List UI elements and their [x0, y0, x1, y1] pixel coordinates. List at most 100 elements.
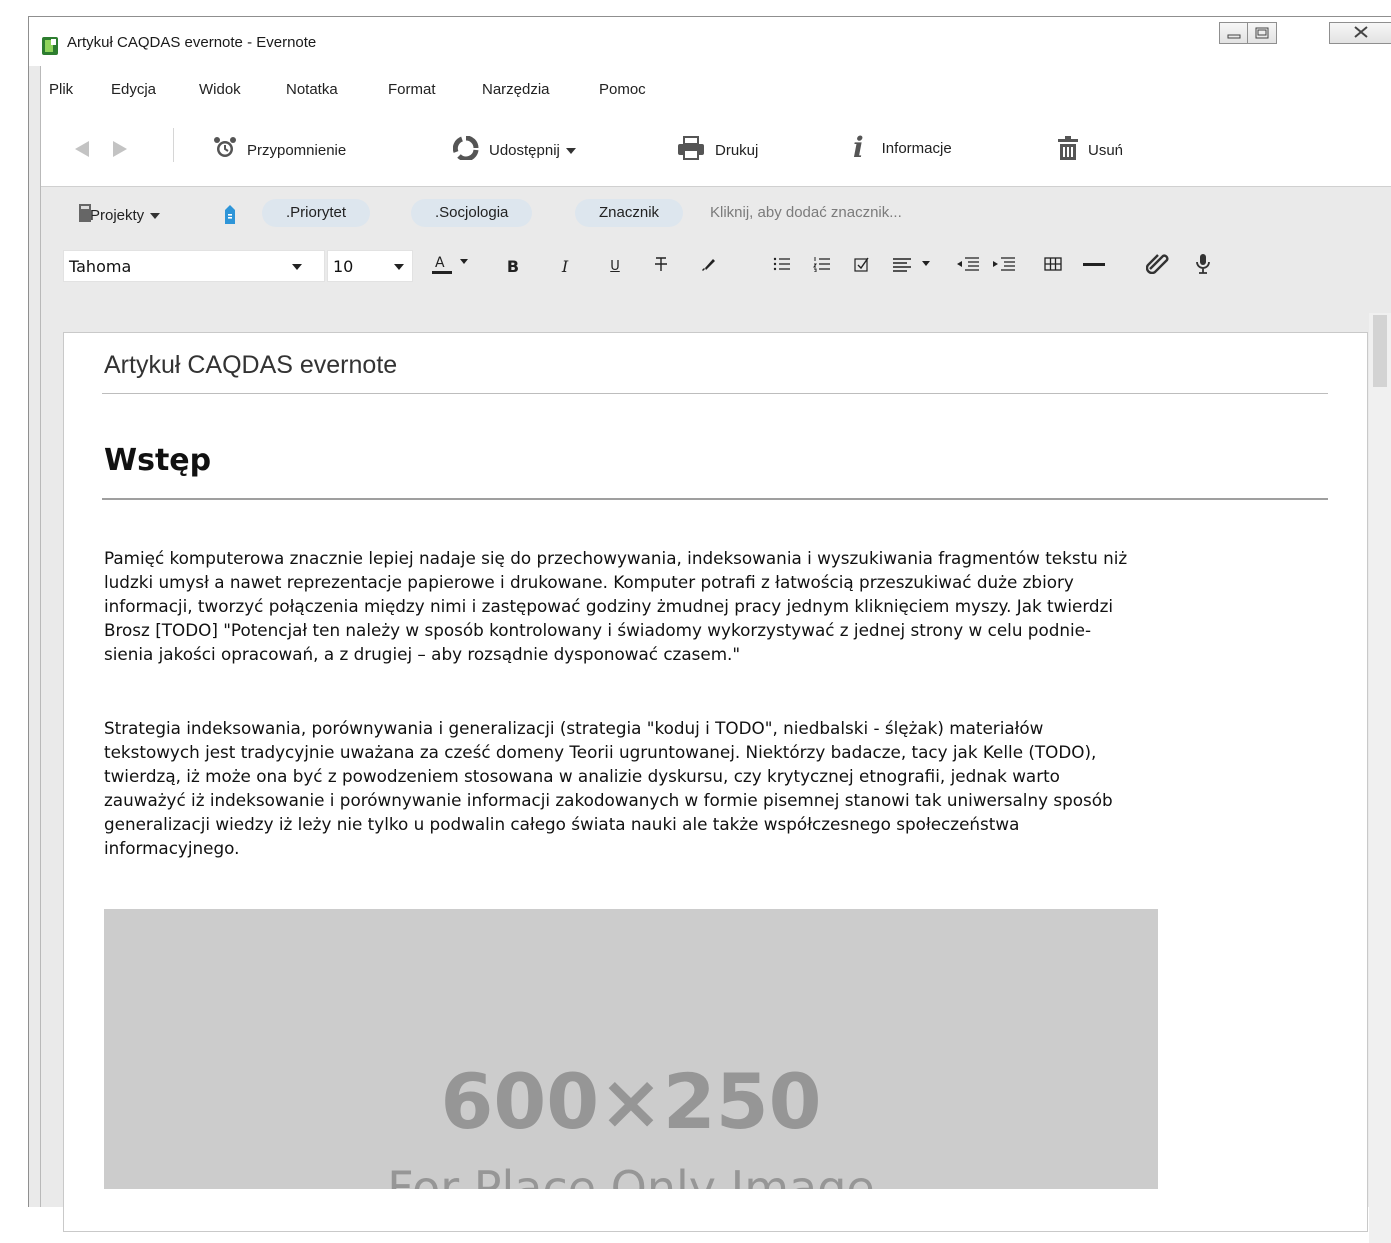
- voice-button[interactable]: [1191, 254, 1215, 278]
- share-icon: [452, 135, 489, 164]
- alarm-clock-icon: [213, 136, 247, 164]
- placeholder-image: 600×250 For Place Only Image: [104, 909, 1158, 1189]
- placeholder-caption: For Place Only Image: [387, 1161, 875, 1189]
- notebook-icon: [78, 203, 91, 227]
- bold-button[interactable]: B: [503, 254, 523, 278]
- indent-icon: [992, 256, 1016, 276]
- tag-add-button[interactable]: [222, 203, 248, 229]
- window-controls: [1219, 22, 1277, 46]
- delete-button[interactable]: Usuń: [1058, 136, 1123, 164]
- paragraph-1: Pamięć komputerowa znacznie lepiej nadaj…: [104, 546, 1349, 666]
- table-icon: [1044, 256, 1062, 276]
- paragraph-line: Pamięć komputerowa znacznie lepiej nadaj…: [104, 548, 1128, 568]
- minimize-icon: [1227, 24, 1241, 43]
- align-button[interactable]: [891, 254, 939, 278]
- forward-button[interactable]: [111, 140, 139, 162]
- paragraph-line: Strategia indeksowania, porównywania i g…: [104, 718, 1044, 738]
- highlight-button[interactable]: [698, 254, 720, 278]
- info-label: Informacje: [881, 139, 952, 157]
- numbered-list-button[interactable]: [811, 254, 833, 278]
- text-color-button[interactable]: A: [431, 254, 471, 278]
- font-size-select[interactable]: 10: [327, 250, 413, 282]
- font-family-select[interactable]: Tahoma: [63, 250, 325, 282]
- paragraph-2: Strategia indeksowania, porównywania i g…: [104, 716, 1349, 860]
- attach-button[interactable]: [1145, 254, 1171, 278]
- reminder-label: Przypomnienie: [247, 141, 347, 159]
- scrollbar-thumb[interactable]: [1373, 315, 1387, 387]
- print-button[interactable]: Drukuj: [677, 136, 758, 164]
- evernote-window: Artykuł CAQDAS evernote - Evernote Plik …: [28, 16, 1391, 1243]
- tag-chip-priorytet[interactable]: .Priorytet: [262, 199, 371, 227]
- reminder-button[interactable]: Przypomnienie: [213, 136, 346, 164]
- bullet-list-button[interactable]: [771, 254, 793, 278]
- paragraph-line: Brosz [TODO] "Potencjał ten należy w spo…: [104, 620, 1092, 640]
- vertical-scrollbar[interactable]: [1369, 313, 1391, 1243]
- menu-edycja[interactable]: Edycja: [111, 81, 156, 98]
- bullet-list-icon: [773, 256, 791, 276]
- close-icon: [1352, 24, 1370, 43]
- heading-divider: [102, 498, 1328, 500]
- menu-widok[interactable]: Widok: [199, 81, 241, 98]
- add-tag-input[interactable]: Kliknij, aby dodać znacznik...: [710, 204, 902, 221]
- chevron-down-icon: [394, 264, 404, 270]
- arrow-left-icon: [73, 140, 101, 162]
- paragraph-line: tekstowych jest tradycyjnie uważana za c…: [104, 742, 1097, 762]
- tag-icon: [222, 203, 248, 229]
- note-editor[interactable]: Artykuł CAQDAS evernote Wstęp Pamięć kom…: [63, 332, 1368, 1232]
- delete-label: Usuń: [1088, 141, 1124, 159]
- menu-plik[interactable]: Plik: [49, 81, 73, 98]
- menu-notatka[interactable]: Notatka: [286, 81, 338, 98]
- chevron-down-icon: [150, 207, 170, 224]
- paragraph-line: generalizacji wiedzy iż leży nie tylko u…: [104, 814, 1020, 834]
- placeholder-size-text: 600×250: [440, 1057, 822, 1146]
- microphone-icon: [1193, 253, 1213, 279]
- printer-icon: [677, 136, 715, 164]
- paperclip-icon: [1145, 254, 1170, 278]
- font-size-value: 10: [333, 257, 354, 276]
- info-icon: i: [853, 131, 864, 164]
- italic-button[interactable]: I: [555, 254, 575, 278]
- info-button[interactable]: i Informacje: [853, 131, 952, 164]
- horizontal-rule-button[interactable]: [1081, 254, 1107, 278]
- close-button[interactable]: [1329, 22, 1391, 44]
- maximize-button[interactable]: [1248, 22, 1277, 44]
- checkbox-button[interactable]: [851, 254, 873, 278]
- title-divider: [102, 393, 1328, 394]
- outdent-button[interactable]: [955, 254, 981, 278]
- menu-pomoc[interactable]: Pomoc: [599, 81, 646, 98]
- indent-button[interactable]: [991, 254, 1017, 278]
- menu-narzedzia[interactable]: Narzędzia: [482, 81, 550, 98]
- tag-bar: Projekty .Priorytet .Socjologia Znacznik…: [41, 197, 1391, 237]
- share-label: Udostępnij: [489, 141, 560, 159]
- back-button[interactable]: [73, 140, 101, 162]
- evernote-app-icon: [42, 37, 58, 55]
- paragraph-line: ludzki umysł a nawet reprezentacje papie…: [104, 572, 1074, 592]
- share-button[interactable]: Udostępnij: [452, 135, 586, 164]
- minimize-button[interactable]: [1219, 22, 1248, 44]
- align-left-icon: [892, 256, 938, 276]
- tag-chip-znacznik[interactable]: Znacznik: [575, 199, 684, 227]
- italic-icon: I: [561, 256, 569, 276]
- tag-chip-socjologia[interactable]: .Socjologia: [411, 199, 533, 227]
- horizontal-rule-icon: [1082, 256, 1106, 276]
- menu-format[interactable]: Format: [388, 81, 436, 98]
- numbered-list-icon: [813, 256, 831, 276]
- strikethrough-button[interactable]: [651, 254, 671, 278]
- title-bar: Artykuł CAQDAS evernote - Evernote: [29, 17, 1391, 66]
- trash-icon: [1058, 136, 1088, 164]
- section-heading: Wstęp: [104, 443, 212, 478]
- table-button[interactable]: [1042, 254, 1064, 278]
- note-title[interactable]: Artykuł CAQDAS evernote: [104, 351, 397, 380]
- notebook-selector[interactable]: Projekty: [78, 203, 170, 227]
- text-color-icon: A: [432, 253, 470, 279]
- underline-icon: U: [610, 258, 620, 274]
- outdent-icon: [956, 256, 980, 276]
- app-body: Plik Edycja Widok Notatka Format Narzędz…: [40, 66, 1391, 1243]
- paragraph-line: sienia jakości opracowań, a z drugiej – …: [104, 644, 741, 664]
- menu-bar: Plik Edycja Widok Notatka Format Narzędz…: [41, 66, 1391, 110]
- note-toolbar: Przypomnienie Udostępnij Drukuj i Inform…: [41, 110, 1391, 187]
- bold-icon: B: [506, 256, 520, 276]
- paragraph-line: informacji, tworzyć połączenia między ni…: [104, 596, 1114, 616]
- chevron-down-icon: [292, 264, 302, 270]
- underline-button[interactable]: U: [605, 254, 625, 278]
